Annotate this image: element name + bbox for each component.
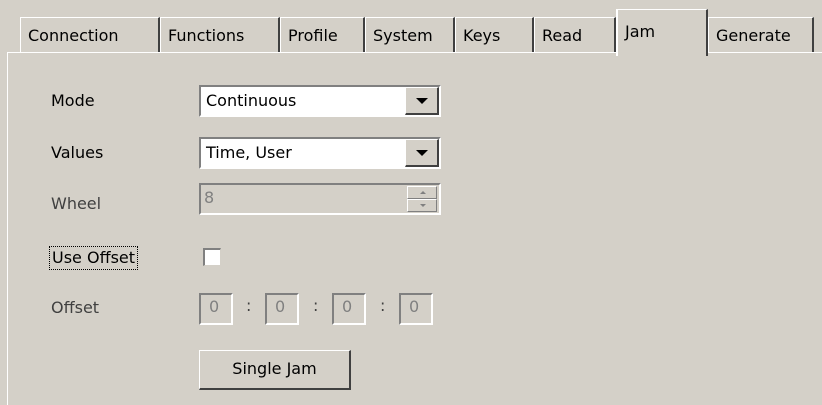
- mode-select[interactable]: Continuous: [199, 85, 441, 117]
- tab-strip: Connection Functions Profile System Keys…: [0, 0, 822, 60]
- chevron-down-icon: [416, 98, 428, 104]
- tab-keys[interactable]: Keys: [455, 17, 534, 53]
- wheel-spin-down-button[interactable]: [407, 199, 437, 212]
- wheel-label: Wheel: [51, 194, 102, 213]
- spin-up-icon: [420, 191, 426, 194]
- values-label: Values: [51, 143, 104, 162]
- tab-connection[interactable]: Connection: [20, 17, 160, 53]
- offset-field-4[interactable]: 0: [399, 293, 433, 325]
- wheel-stepper[interactable]: 8: [199, 183, 441, 215]
- offset-field-1[interactable]: 0: [199, 293, 233, 325]
- offset-separator: :: [313, 296, 319, 315]
- mode-label: Mode: [51, 91, 95, 110]
- wheel-value: 8: [204, 188, 215, 207]
- offset-separator: :: [246, 296, 252, 315]
- tab-generate[interactable]: Generate: [708, 17, 814, 53]
- tab-system[interactable]: System: [365, 17, 455, 53]
- offset-field-3[interactable]: 0: [332, 293, 366, 325]
- offset-field-2[interactable]: 0: [265, 293, 299, 325]
- chevron-down-icon: [416, 150, 428, 156]
- spin-down-icon: [420, 204, 426, 207]
- offset-separator: :: [380, 296, 386, 315]
- wheel-spin-up-button[interactable]: [407, 186, 437, 199]
- single-jam-button[interactable]: Single Jam: [199, 350, 351, 390]
- use-offset-label[interactable]: Use Offset: [49, 246, 139, 270]
- tab-read[interactable]: Read: [534, 17, 616, 53]
- mode-dropdown-button[interactable]: [405, 87, 439, 115]
- tab-functions[interactable]: Functions: [160, 17, 280, 53]
- values-dropdown-button[interactable]: [405, 139, 439, 167]
- tab-profile[interactable]: Profile: [280, 17, 365, 53]
- tab-jam[interactable]: Jam: [616, 9, 708, 56]
- offset-label: Offset: [51, 298, 100, 317]
- use-offset-checkbox[interactable]: [203, 248, 221, 266]
- wheel-spin-buttons: [407, 186, 437, 212]
- panel-left-edge: [7, 52, 8, 405]
- mode-select-value: Continuous: [206, 91, 297, 110]
- values-select[interactable]: Time, User: [199, 137, 441, 169]
- values-select-value: Time, User: [206, 143, 292, 162]
